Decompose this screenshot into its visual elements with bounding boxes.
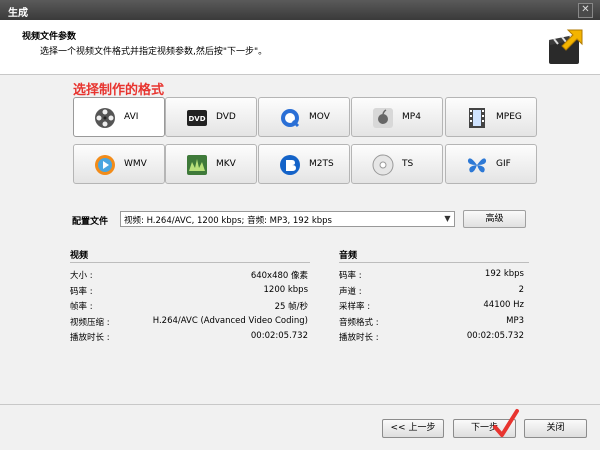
info-value: 1200 kbps [263, 284, 308, 295]
chevron-down-icon[interactable]: ▼ [441, 212, 454, 226]
format-label: DVD [216, 112, 236, 122]
info-key: 码率 : [339, 271, 362, 281]
format-label: GIF [496, 159, 511, 169]
divider [70, 262, 310, 263]
svg-text:DVD: DVD [188, 115, 205, 123]
info-key: 采样率 : [339, 302, 371, 312]
info-value: 2 [518, 284, 524, 295]
info-key: 音频格式 : [339, 317, 379, 328]
video-info-title: 视频 [70, 251, 89, 261]
info-value: 44100 Hz [483, 300, 524, 310]
film-reel-icon [95, 108, 115, 128]
format-label: MP4 [402, 112, 421, 122]
info-row: 大小 : 640x480 像素 [70, 269, 308, 283]
back-button[interactable]: << 上一步 [382, 419, 444, 438]
mkv-icon [187, 155, 207, 175]
window-title: 生成 [8, 8, 28, 19]
format-button-avi[interactable]: AVI [73, 97, 165, 137]
format-button-gif[interactable]: GIF [445, 144, 537, 184]
profile-value: 视频: H.264/AVC, 1200 kbps; 音频: MP3, 192 k… [124, 216, 332, 226]
info-row: 播放时长 : 00:02:05.732 [70, 331, 308, 345]
format-section-label: 选择制作的格式 [73, 83, 165, 98]
info-key: 播放时长 : [339, 333, 379, 343]
info-key: 视频压缩 : [70, 317, 110, 328]
divider [339, 262, 529, 263]
format-button-mp4[interactable]: MP4 [351, 97, 443, 137]
close-window-icon[interactable]: ✕ [578, 3, 593, 18]
checkmark-icon [493, 409, 519, 437]
butterfly-icon [467, 158, 487, 173]
header-panel: 视频文件参数 选择一个视频文件格式并指定视频参数,然后按"下一步"。 [0, 20, 600, 75]
info-key: 码率 : [70, 286, 93, 297]
info-row: 声道 : 2 [339, 285, 524, 299]
info-value: 00:02:05.732 [466, 331, 524, 341]
format-button-mov[interactable]: MOV [258, 97, 350, 137]
format-button-m2ts[interactable]: M2TS [258, 144, 350, 184]
info-key: 大小 : [70, 271, 93, 281]
footer-divider [0, 404, 600, 405]
header-title: 视频文件参数 [22, 32, 77, 42]
info-value: 25 帧/秒 [274, 302, 308, 312]
info-row: 视频压缩 : H.264/AVC (Advanced Video Coding) [70, 316, 308, 330]
wmv-play-icon [95, 155, 115, 175]
info-value: 00:02:05.732 [250, 331, 308, 341]
info-row: 码率 : 1200 kbps [70, 285, 308, 299]
info-value: H.264/AVC (Advanced Video Coding) [152, 315, 308, 326]
title-bar: 生成 ✕ [0, 0, 600, 20]
bluray-icon [280, 155, 300, 175]
dvd-icon: DVD [187, 110, 207, 126]
apple-icon [373, 108, 393, 128]
close-button[interactable]: 关闭 [524, 419, 587, 438]
disc-icon [372, 154, 394, 176]
info-row: 音频格式 : MP3 [339, 316, 524, 330]
format-button-mpeg[interactable]: MPEG [445, 97, 537, 137]
info-value: 192 kbps [484, 269, 524, 279]
format-button-dvd[interactable]: DVD DVD [165, 97, 257, 137]
profile-select[interactable]: 视频: H.264/AVC, 1200 kbps; 音频: MP3, 192 k… [120, 211, 455, 227]
format-button-ts[interactable]: TS [351, 144, 443, 184]
profile-label: 配置文件 [72, 217, 109, 227]
format-label: MPEG [496, 112, 522, 122]
format-label: M2TS [309, 159, 334, 169]
advanced-button[interactable]: 高级 [463, 210, 526, 228]
audio-info-title: 音频 [339, 251, 358, 261]
format-label: TS [402, 159, 414, 169]
info-value: MP3 [506, 315, 524, 326]
quicktime-icon [281, 109, 300, 128]
film-strip-icon [469, 108, 485, 128]
format-label: WMV [124, 159, 147, 169]
info-row: 播放时长 : 00:02:05.732 [339, 331, 524, 345]
info-key: 播放时长 : [70, 333, 110, 343]
info-row: 采样率 : 44100 Hz [339, 300, 524, 314]
info-value: 640x480 像素 [250, 271, 308, 281]
format-label: MKV [216, 159, 236, 169]
info-key: 声道 : [339, 286, 362, 297]
clapperboard-arrow-icon [549, 29, 583, 64]
format-button-wmv[interactable]: WMV [73, 144, 165, 184]
info-key: 帧率 : [70, 302, 93, 312]
format-label: MOV [309, 112, 330, 122]
info-row: 帧率 : 25 帧/秒 [70, 300, 308, 314]
header-subtitle: 选择一个视频文件格式并指定视频参数,然后按"下一步"。 [40, 47, 268, 57]
info-row: 码率 : 192 kbps [339, 269, 524, 283]
format-label: AVI [124, 112, 139, 122]
format-button-mkv[interactable]: MKV [165, 144, 257, 184]
